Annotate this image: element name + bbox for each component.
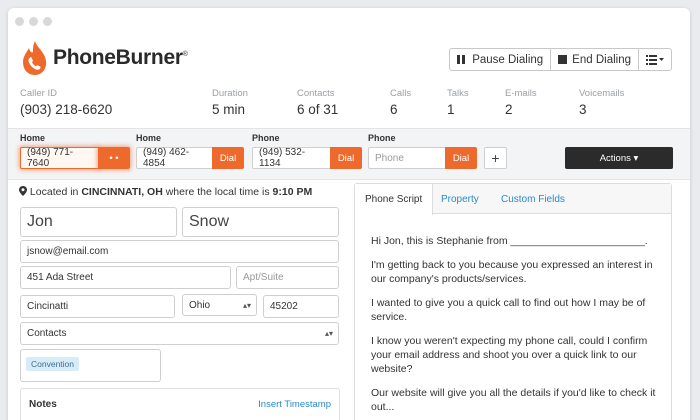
phone-group-4: Phone Phone Dial xyxy=(368,133,477,169)
notes-title: Notes xyxy=(29,399,57,410)
phone-group-2: Home (949) 462-4854 Dial xyxy=(136,133,244,169)
last-name-input[interactable]: Snow xyxy=(182,207,339,237)
city-input[interactable]: Cincinatti xyxy=(20,295,175,318)
stop-icon xyxy=(558,55,568,64)
phone-input-1[interactable]: (949) 771-7640 xyxy=(20,147,98,169)
brand-logo: PhoneBurner® xyxy=(21,38,188,78)
actions-dropdown-button[interactable]: Actions ▾ xyxy=(565,147,673,169)
script-line: I'm getting back to you because you expr… xyxy=(371,259,653,285)
app-window: PhoneBurner® Pause Dialing End Dialing C… xyxy=(8,8,690,420)
stat-duration: Duration 5 min xyxy=(212,88,248,117)
tag-chip[interactable]: Convention xyxy=(26,357,80,371)
pause-icon xyxy=(457,55,467,64)
stat-caller-id: Caller ID (903) 218-6620 xyxy=(20,88,113,117)
dialing-button-1[interactable]: • • xyxy=(98,147,130,169)
stat-talks: Talks 1 xyxy=(447,88,469,117)
location-info: Located in CINCINNATI, OH where the loca… xyxy=(19,186,312,198)
pause-dialing-button[interactable]: Pause Dialing xyxy=(449,48,552,71)
phone-group-1: Home (949) 771-7640 • • xyxy=(20,133,130,169)
script-panel: Phone Script Property Custom Fields Hi J… xyxy=(354,183,672,420)
phone-input-4[interactable]: Phone xyxy=(368,147,445,169)
contact-list-select[interactable]: Contacts ▴▾ xyxy=(20,322,339,345)
select-arrows-icon: ▴▾ xyxy=(242,300,251,310)
map-pin-icon xyxy=(19,186,27,196)
list-menu-icon xyxy=(646,54,664,65)
phone-input-3[interactable]: (949) 532-1134 xyxy=(252,147,330,169)
flame-phone-icon xyxy=(23,41,47,75)
phone-numbers-bar: Home (949) 771-7640 • • Home (949) 462-4… xyxy=(8,128,690,180)
insert-timestamp-link[interactable]: Insert Timestamp xyxy=(258,399,331,410)
email-input[interactable]: jsnow@email.com xyxy=(20,240,339,263)
zip-input[interactable]: 45202 xyxy=(263,295,339,318)
brand-name: PhoneBurner® xyxy=(53,46,188,69)
window-close-dot[interactable] xyxy=(15,17,24,26)
phone-script-text: Hi Jon, this is Stephanie from _________… xyxy=(371,234,661,420)
tab-custom-fields[interactable]: Custom Fields xyxy=(491,184,575,214)
stat-calls: Calls 6 xyxy=(390,88,412,117)
street-input[interactable]: 451 Ada Street xyxy=(20,266,231,289)
script-line: I wanted to give you a quick call to fin… xyxy=(371,297,646,323)
phone-group-3: Phone (949) 532-1134 Dial xyxy=(252,133,362,169)
end-dialing-button[interactable]: End Dialing xyxy=(551,48,639,71)
script-line: I know you weren't expecting my phone ca… xyxy=(371,335,648,375)
add-phone-button[interactable]: + xyxy=(484,147,507,169)
tab-property[interactable]: Property xyxy=(431,184,489,214)
menu-button[interactable] xyxy=(639,48,672,71)
stat-emails: E-mails 2 xyxy=(505,88,537,117)
stat-voicemails: Voicemails 3 xyxy=(579,88,625,117)
dialing-controls: Pause Dialing End Dialing xyxy=(449,48,672,71)
first-name-input[interactable]: Jon xyxy=(20,207,177,237)
window-minimize-dot[interactable] xyxy=(29,17,38,26)
phone-input-2[interactable]: (949) 462-4854 xyxy=(136,147,212,169)
window-maximize-dot[interactable] xyxy=(43,17,52,26)
script-line: Our website will give you all the detail… xyxy=(371,387,656,413)
script-line: Hi Jon, this is Stephanie from _________… xyxy=(371,235,648,247)
state-select[interactable]: Ohio ▴▾ xyxy=(182,294,257,316)
tags-field[interactable]: Convention xyxy=(20,349,161,382)
title-bar xyxy=(8,8,690,32)
panel-tabs: Phone Script Property Custom Fields xyxy=(355,184,671,215)
dial-button-4[interactable]: Dial xyxy=(445,147,477,169)
select-arrows-icon: ▴▾ xyxy=(324,329,333,338)
apt-suite-input[interactable]: Apt/Suite xyxy=(236,266,339,289)
notes-section: Notes Insert Timestamp xyxy=(20,388,340,420)
dial-button-2[interactable]: Dial xyxy=(212,147,244,169)
tab-phone-script[interactable]: Phone Script xyxy=(355,184,434,215)
dial-button-3[interactable]: Dial xyxy=(330,147,362,169)
stat-contacts: Contacts 6 of 31 xyxy=(297,88,339,117)
call-stats: Caller ID (903) 218-6620 Duration 5 min Co… xyxy=(20,88,680,120)
